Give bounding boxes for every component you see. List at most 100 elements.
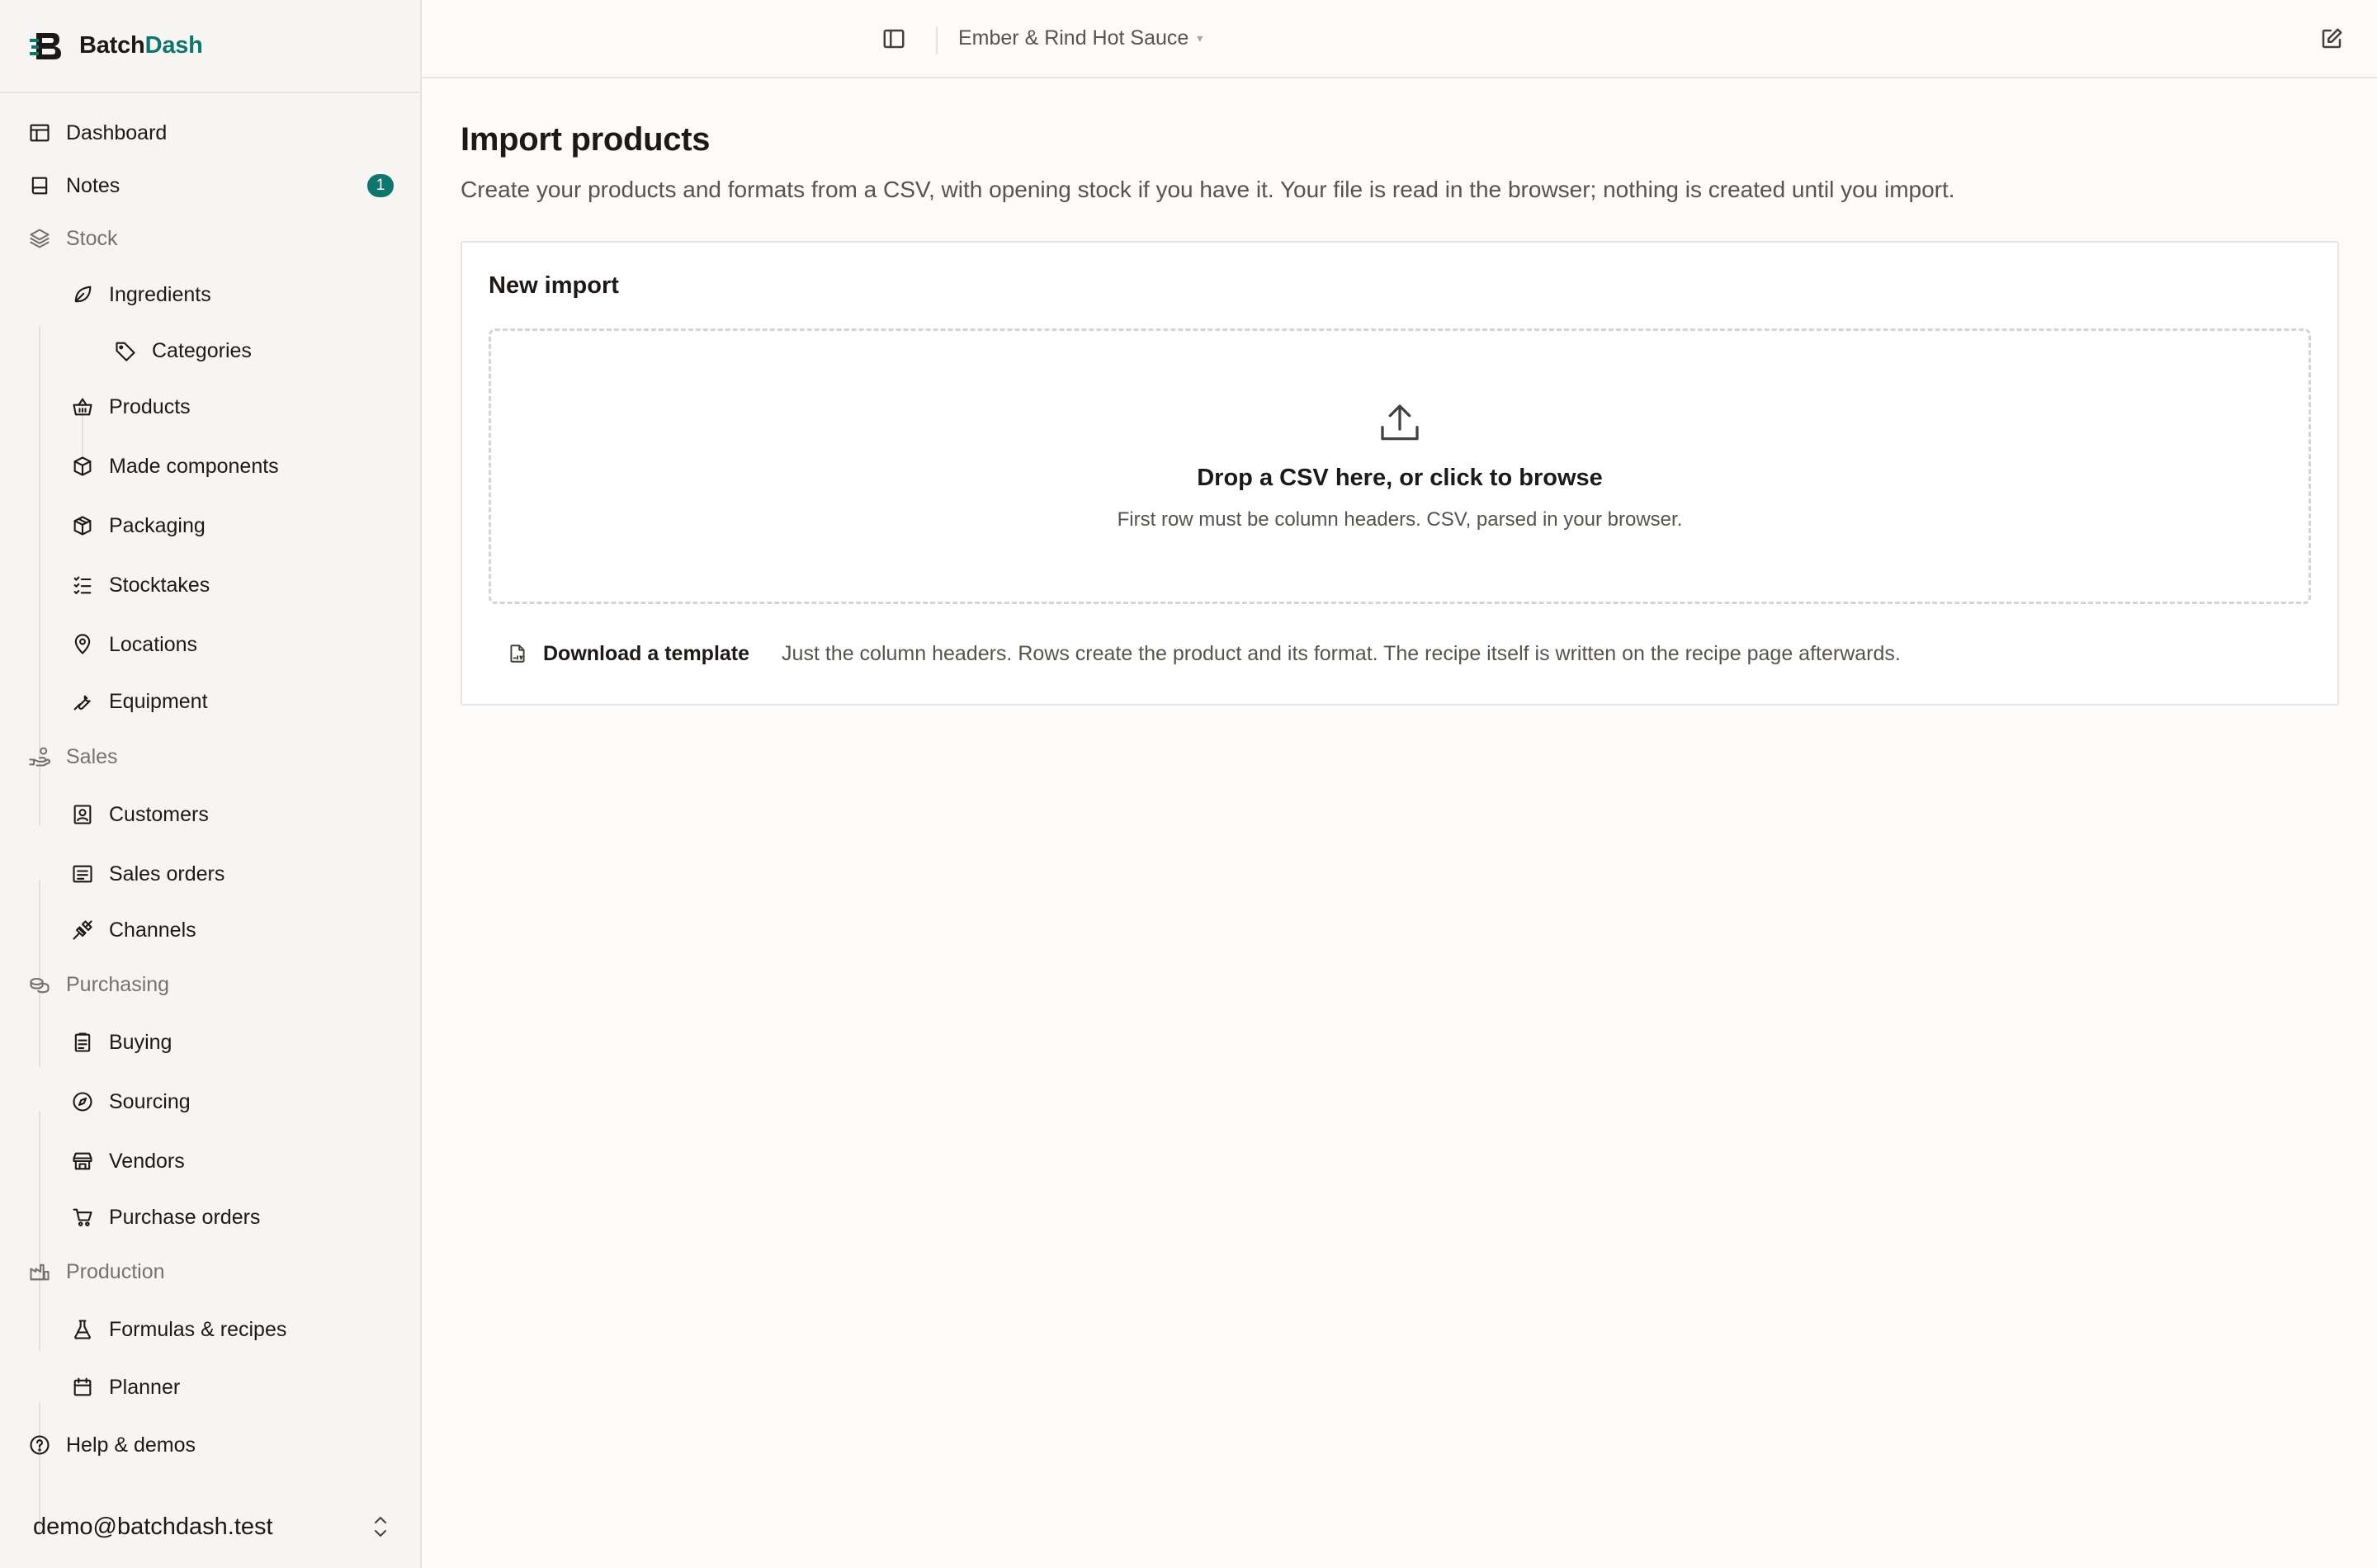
tag-icon — [113, 338, 138, 363]
cart-icon — [70, 1205, 95, 1230]
sidebar-item-stocktakes[interactable]: Stocktakes — [0, 555, 420, 615]
sidebar-item-vendors[interactable]: Vendors — [0, 1131, 420, 1191]
map-pin-icon — [70, 632, 95, 657]
package-icon — [70, 513, 95, 538]
account-email: demo@batchdash.test — [33, 1513, 273, 1540]
template-row: Download a template Just the column head… — [507, 637, 1901, 670]
new-import-card: New import Drop a CSV here, or click to … — [461, 241, 2339, 706]
brand[interactable]: BatchDash — [0, 0, 420, 93]
topbar-divider — [936, 26, 938, 54]
main-area: Ember & Rind Hot Sauce ▾ Import products… — [422, 0, 2377, 1568]
sidebar-item-label: Made components — [109, 454, 279, 478]
sidebar-item-customers[interactable]: Customers — [0, 785, 420, 844]
sidebar-item-label: Dashboard — [66, 120, 168, 144]
csv-file-icon — [510, 645, 525, 663]
sidebar-item-notes[interactable]: Notes 1 — [0, 159, 420, 212]
card-title: New import — [489, 272, 619, 299]
sidebar-item-purchase-orders[interactable]: Purchase orders — [0, 1191, 420, 1244]
sidebar-nav: Dashboard Notes 1 Stock Ingredients Cate… — [0, 93, 420, 1534]
sidebar-section-sales[interactable]: Sales — [0, 729, 420, 785]
sidebar-item-dashboard[interactable]: Dashboard — [0, 106, 420, 159]
sidebar-section-stock[interactable]: Stock — [0, 212, 420, 265]
sidebar-toggle-icon[interactable] — [881, 26, 906, 51]
store-icon — [70, 1149, 95, 1174]
sidebar-item-label: Products — [109, 394, 191, 418]
sidebar-item-label: Formulas & recipes — [109, 1317, 287, 1341]
sidebar-item-label: Help & demos — [66, 1433, 196, 1457]
sidebar-item-label: Categories — [152, 338, 252, 362]
account-switcher[interactable]: demo@batchdash.test — [0, 1485, 420, 1568]
sidebar-item-made-components[interactable]: Made components — [0, 437, 420, 496]
sidebar-item-label: Production — [66, 1259, 165, 1283]
sidebar-item-sourcing[interactable]: Sourcing — [0, 1072, 420, 1131]
brand-name: BatchDash — [79, 32, 203, 59]
leaf-icon — [70, 282, 95, 307]
sidebar-section-production[interactable]: Production — [0, 1244, 420, 1300]
flask-icon — [70, 1317, 95, 1342]
sidebar-item-equipment[interactable]: Equipment — [0, 674, 420, 729]
dashboard-icon — [27, 120, 52, 145]
wrench-icon — [70, 689, 95, 714]
clipboard-icon — [70, 1030, 95, 1055]
download-template-label: Download a template — [543, 641, 750, 665]
sidebar-item-formulas[interactable]: Formulas & recipes — [0, 1300, 420, 1359]
factory-icon — [27, 1259, 52, 1284]
upload-icon — [1381, 404, 1419, 441]
workspace-name: Ember & Rind Hot Sauce — [958, 26, 1189, 50]
workspace-switcher[interactable]: Ember & Rind Hot Sauce ▾ — [958, 26, 1203, 50]
dropzone-title: Drop a CSV here, or click to browse — [1197, 465, 1603, 491]
hand-coins-icon — [27, 744, 52, 769]
sidebar-item-categories[interactable]: Categories — [0, 324, 420, 377]
caret-down-icon: ▾ — [1197, 31, 1203, 45]
sidebar-item-label: Sales — [66, 744, 118, 768]
sidebar-item-planner[interactable]: Planner — [0, 1359, 420, 1415]
sidebar-item-label: Stocktakes — [109, 573, 210, 597]
basket-icon — [70, 394, 95, 419]
app-root: BatchDash Dashboard Notes 1 Stock Ingred… — [0, 0, 2377, 1568]
compass-icon — [70, 1089, 95, 1114]
edit-note-icon[interactable] — [2319, 26, 2344, 51]
sidebar-item-label: Purchasing — [66, 972, 170, 996]
coins-icon — [27, 972, 52, 997]
sidebar-item-label: Customers — [109, 802, 209, 826]
chevrons-up-down-icon — [375, 1517, 386, 1537]
sidebar-item-label: Locations — [109, 632, 198, 656]
sidebar-item-sales-orders[interactable]: Sales orders — [0, 844, 420, 904]
sidebar-item-locations[interactable]: Locations — [0, 615, 420, 674]
calendar-icon — [70, 1375, 95, 1400]
sidebar-item-label: Purchase orders — [109, 1205, 261, 1229]
sidebar-item-label: Packaging — [109, 513, 206, 537]
sidebar-item-help[interactable]: Help & demos — [0, 1415, 420, 1475]
sidebar: BatchDash Dashboard Notes 1 Stock Ingred… — [0, 0, 422, 1568]
page-content: Import products Create your products and… — [422, 78, 2377, 706]
sidebar-section-purchasing[interactable]: Purchasing — [0, 956, 420, 1013]
sidebar-item-label: Sales orders — [109, 862, 225, 886]
sidebar-item-label: Buying — [109, 1030, 172, 1054]
sidebar-item-label: Stock — [66, 226, 118, 250]
csv-dropzone[interactable]: Drop a CSV here, or click to browse Firs… — [489, 328, 2311, 604]
sidebar-item-label: Ingredients — [109, 282, 211, 306]
plug-icon — [70, 918, 95, 942]
batchdash-logo-icon — [30, 32, 61, 59]
sidebar-item-channels[interactable]: Channels — [0, 904, 420, 956]
sidebar-item-label: Channels — [109, 918, 196, 942]
download-template-button[interactable]: Download a template — [507, 642, 749, 666]
template-note: Just the column headers. Rows create the… — [782, 641, 1901, 665]
layers-icon — [27, 226, 52, 251]
sidebar-item-products[interactable]: Products — [0, 377, 420, 437]
sidebar-item-ingredients[interactable]: Ingredients — [0, 265, 420, 324]
box-icon — [70, 454, 95, 479]
checklist-icon — [70, 573, 95, 597]
page-subtitle: Create your products and formats from a … — [461, 177, 1955, 202]
sidebar-item-packaging[interactable]: Packaging — [0, 496, 420, 555]
sidebar-item-label: Planner — [109, 1375, 181, 1399]
receipt-icon — [70, 862, 95, 886]
topbar: Ember & Rind Hot Sauce ▾ — [422, 0, 2377, 78]
sidebar-item-label: Vendors — [109, 1149, 185, 1173]
help-circle-icon — [27, 1433, 52, 1457]
notes-count-badge: 1 — [367, 174, 394, 197]
sidebar-item-buying[interactable]: Buying — [0, 1013, 420, 1072]
notebook-icon — [27, 173, 52, 198]
sidebar-item-label: Notes — [66, 173, 121, 197]
sidebar-item-label: Equipment — [109, 689, 208, 713]
